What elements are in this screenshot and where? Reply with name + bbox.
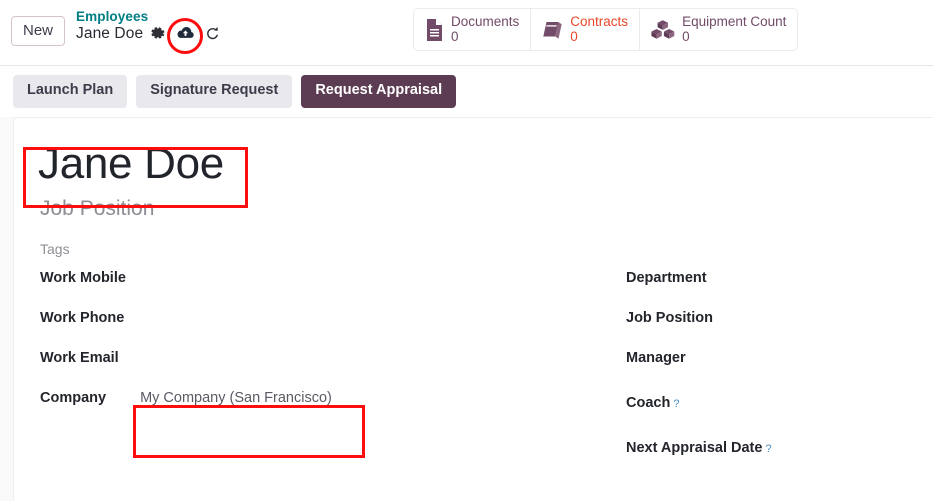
field-coach-label: Coach xyxy=(626,395,670,411)
new-button[interactable]: New xyxy=(11,16,65,46)
control-panel-left: New Employees Jane Doe xyxy=(11,10,220,46)
field-work-email[interactable]: Work Email xyxy=(40,350,600,390)
coach-help-icon[interactable]: ? xyxy=(673,398,679,410)
form-sheet: Jane Doe Job Position Tags Work Mobile W… xyxy=(13,117,933,501)
document-icon xyxy=(424,18,445,42)
field-company-label: Company xyxy=(40,390,106,406)
record-subtitle-job-position[interactable]: Job Position xyxy=(40,198,933,220)
next-appraisal-date-help-icon[interactable]: ? xyxy=(765,443,771,455)
field-manager[interactable]: Manager xyxy=(626,350,933,390)
launch-plan-button[interactable]: Launch Plan xyxy=(13,75,127,108)
tags-field[interactable]: Tags xyxy=(40,241,933,257)
field-work-phone[interactable]: Work Phone xyxy=(40,310,600,350)
field-department[interactable]: Department xyxy=(626,270,933,310)
smart-button-contracts-label: Contracts xyxy=(570,15,628,30)
breadcrumb: Employees Jane Doe xyxy=(76,10,220,42)
field-job-position[interactable]: Job Position xyxy=(626,310,933,350)
smart-button-documents-text: Documents 0 xyxy=(451,15,519,44)
breadcrumb-current-row: Jane Doe xyxy=(76,26,220,43)
breadcrumb-current-record: Jane Doe xyxy=(76,26,143,43)
smart-button-contracts-value: 0 xyxy=(570,30,628,45)
field-company-value[interactable]: My Company (San Francisco) xyxy=(140,390,332,406)
field-work-mobile[interactable]: Work Mobile xyxy=(40,270,600,310)
smart-button-equipment-count-text: Equipment Count 0 xyxy=(682,15,786,44)
field-work-mobile-label: Work Mobile xyxy=(40,270,126,286)
field-department-label: Department xyxy=(626,270,707,286)
smart-button-equipment-count[interactable]: Equipment Count 0 xyxy=(640,9,797,50)
field-job-position-label: Job Position xyxy=(626,310,713,326)
field-next-appraisal-date[interactable]: Next Appraisal Date ? xyxy=(626,440,933,480)
record-title-employee-name[interactable]: Jane Doe xyxy=(38,142,224,186)
request-appraisal-button[interactable]: Request Appraisal xyxy=(301,75,456,108)
smart-button-documents-value: 0 xyxy=(451,30,519,45)
gear-icon[interactable] xyxy=(151,26,166,41)
smart-button-equipment-count-label: Equipment Count xyxy=(682,15,786,30)
field-coach[interactable]: Coach ? xyxy=(626,395,933,435)
field-manager-label: Manager xyxy=(626,350,686,366)
smart-button-group: Documents 0 Contracts 0 xyxy=(413,8,798,51)
action-button-bar: Launch Plan Signature Request Request Ap… xyxy=(0,66,933,117)
smart-button-documents-label: Documents xyxy=(451,15,519,30)
form-sheet-background: Jane Doe Job Position Tags Work Mobile W… xyxy=(0,117,933,501)
field-work-email-label: Work Email xyxy=(40,350,119,366)
smart-button-contracts-text: Contracts 0 xyxy=(570,15,628,44)
signature-request-button[interactable]: Signature Request xyxy=(136,75,292,108)
field-company[interactable]: Company My Company (San Francisco) xyxy=(40,390,600,430)
cloud-upload-save-icon[interactable] xyxy=(176,26,195,41)
field-next-appraisal-date-label: Next Appraisal Date xyxy=(626,440,762,456)
smart-button-contracts[interactable]: Contracts 0 xyxy=(531,9,640,50)
smart-button-documents[interactable]: Documents 0 xyxy=(414,9,531,50)
field-column-right: Department Job Position Manager Coach ? … xyxy=(626,270,933,480)
book-icon xyxy=(541,19,564,41)
breadcrumb-parent-employees[interactable]: Employees xyxy=(76,10,220,25)
boxes-icon xyxy=(650,19,676,41)
field-column-left: Work Mobile Work Phone Work Email Compan… xyxy=(40,270,600,430)
control-panel: New Employees Jane Doe xyxy=(0,0,933,66)
undo-discard-icon[interactable] xyxy=(205,26,220,41)
field-work-phone-label: Work Phone xyxy=(40,310,124,326)
tags-label: Tags xyxy=(40,241,70,257)
smart-button-equipment-count-value: 0 xyxy=(682,30,786,45)
record-action-icons xyxy=(151,26,220,41)
